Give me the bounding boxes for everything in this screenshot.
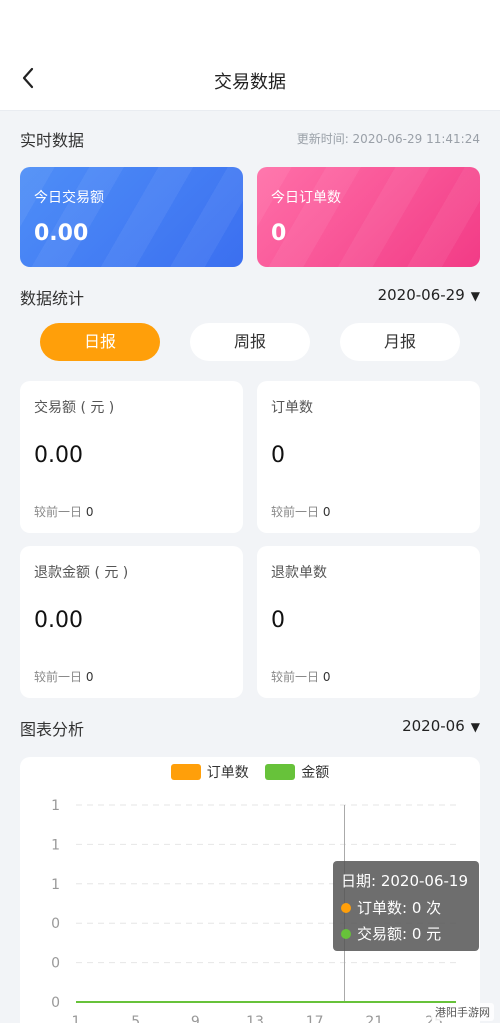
stat-label: 退款单数 [271, 565, 327, 581]
today-orders-label: 今日订单数 [271, 190, 341, 206]
y-tick-label: 0 [51, 995, 60, 1011]
stat-card-orders: 订单数 0 较前一日 0 [257, 381, 480, 533]
x-tick-label: 21 [365, 1014, 383, 1023]
stat-value: 0 [271, 608, 285, 633]
card-decoration [257, 167, 480, 267]
realtime-section-title: 实时数据 [20, 131, 85, 150]
x-tick-label: 9 [191, 1014, 200, 1023]
tooltip-date: 日期: 2020-06-19 [341, 872, 468, 890]
x-tick-label: 17 [306, 1014, 324, 1023]
tab-daily[interactable]: 日报 [40, 323, 160, 361]
caret-down-icon: ▼ [470, 720, 480, 734]
legend-swatch [170, 764, 201, 780]
x-tick-label: 5 [131, 1014, 140, 1023]
y-tick-label: 1 [51, 837, 60, 853]
stat-compare: 较前一日 0 [34, 670, 94, 684]
chart-legend: 订单数 金额 [0, 762, 500, 782]
y-tick-label: 0 [51, 956, 60, 972]
chart-tooltip: 日期: 2020-06-19 订单数: 0 次 交易额: 0 元 [333, 861, 479, 951]
today-orders-card: 今日订单数 0 [257, 167, 480, 267]
today-orders-value: 0 [271, 221, 287, 246]
legend-swatch [265, 764, 296, 780]
amount-dot-icon [341, 929, 351, 939]
stat-card-refund-orders: 退款单数 0 较前一日 0 [257, 546, 480, 698]
y-tick-label: 1 [51, 798, 60, 814]
stat-label: 退款金额 ( 元 ) [34, 565, 129, 581]
y-tick-label: 0 [51, 916, 60, 932]
watermark-logo: 港阳手游网 [431, 1003, 494, 1021]
stat-value: 0.00 [34, 443, 83, 468]
chart-month-dropdown[interactable]: 2020-06 ▼ [402, 717, 480, 735]
chart-section-title: 图表分析 [20, 720, 85, 739]
legend-item-amount[interactable]: 金额 [265, 764, 329, 781]
page-title: 交易数据 [214, 72, 286, 93]
x-tick-label: 13 [246, 1014, 264, 1023]
stats-date-value: 2020-06-29 [377, 286, 465, 304]
card-decoration [20, 167, 243, 267]
caret-down-icon: ▼ [470, 289, 480, 303]
y-tick-label: 1 [51, 877, 60, 893]
tab-monthly[interactable]: 月报 [340, 323, 460, 361]
chart-month-value: 2020-06 [402, 717, 465, 735]
stat-card-refund-amount: 退款金额 ( 元 ) 0.00 较前一日 0 [20, 546, 243, 698]
stat-label: 交易额 ( 元 ) [34, 400, 115, 416]
x-tick-label: 1 [72, 1014, 81, 1023]
stat-compare: 较前一日 0 [271, 505, 331, 519]
stat-card-amount: 交易额 ( 元 ) 0.00 较前一日 0 [20, 381, 243, 533]
stats-section-title: 数据统计 [20, 289, 85, 308]
stat-compare: 较前一日 0 [34, 505, 94, 519]
stats-date-dropdown[interactable]: 2020-06-29 ▼ [378, 286, 480, 304]
stat-label: 订单数 [271, 400, 313, 416]
today-amount-label: 今日交易额 [34, 190, 104, 206]
app-header: 交易数据 [0, 0, 500, 111]
tab-weekly[interactable]: 周报 [190, 323, 310, 361]
tooltip-amount: 交易额: 0 元 [341, 923, 441, 944]
stat-value: 0.00 [34, 608, 83, 633]
legend-item-orders[interactable]: 订单数 [170, 764, 249, 781]
today-amount-value: 0.00 [34, 221, 89, 246]
orders-dot-icon [341, 903, 351, 913]
tooltip-orders: 订单数: 0 次 [341, 897, 441, 918]
stat-compare: 较前一日 0 [271, 670, 331, 684]
today-amount-card: 今日交易额 0.00 [20, 167, 243, 267]
update-time: 更新时间: 2020-06-29 11:41:24 [296, 132, 480, 146]
stat-value: 0 [271, 443, 285, 468]
